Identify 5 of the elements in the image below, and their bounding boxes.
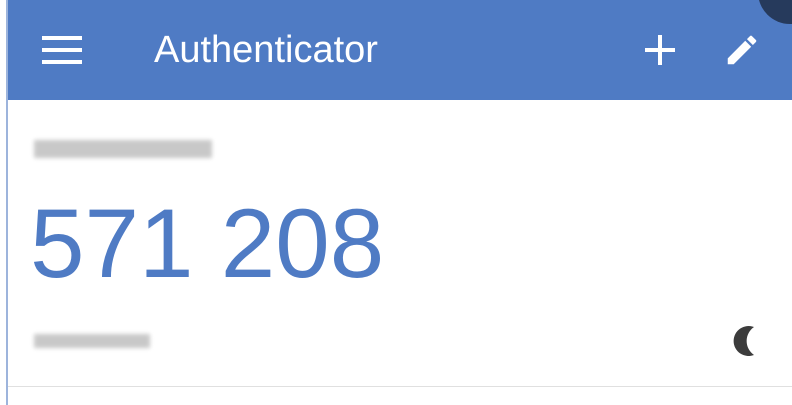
plus-icon (645, 35, 675, 65)
app-title: Authenticator (154, 28, 378, 72)
verification-code: 571 208 (30, 194, 384, 292)
countdown-timer-icon (734, 326, 754, 356)
menu-icon (42, 36, 82, 64)
